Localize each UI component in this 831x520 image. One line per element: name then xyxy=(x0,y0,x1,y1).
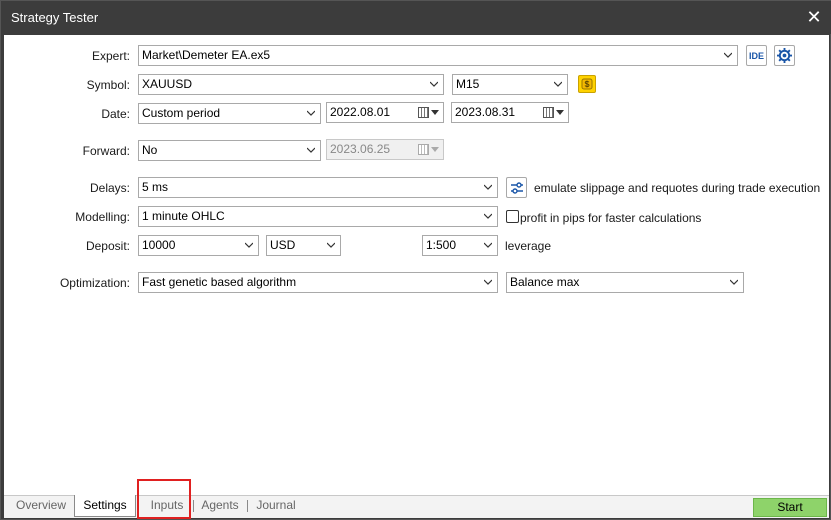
delays-value: 5 ms xyxy=(142,180,169,194)
currency-select[interactable]: USD xyxy=(266,235,341,256)
date-period-value: Custom period xyxy=(142,106,221,120)
date-to-value: 2023.08.31 xyxy=(455,105,516,119)
calendar-icon xyxy=(418,144,429,155)
symbol-value: XAUUSD xyxy=(142,77,193,91)
start-button[interactable]: Start xyxy=(753,498,827,517)
expert-settings-button[interactable] xyxy=(774,45,795,66)
optimization-algorithm-select[interactable]: Fast genetic based algorithm xyxy=(138,272,498,293)
chevron-down-icon xyxy=(556,110,564,115)
chevron-down-icon xyxy=(484,213,492,219)
date-label: Date: xyxy=(101,107,130,121)
date-period-select[interactable]: Custom period xyxy=(138,103,321,124)
gear-icon xyxy=(777,48,792,63)
ide-icon: IDE xyxy=(748,51,764,61)
close-icon[interactable]: ✕ xyxy=(802,6,826,28)
chevron-down-icon xyxy=(430,81,438,87)
optimization-label: Optimization: xyxy=(59,276,130,290)
symbol-spec-button[interactable] xyxy=(578,75,596,93)
title-bar: Strategy Tester ✕ xyxy=(1,1,831,34)
inputs-tab-highlight xyxy=(137,479,191,519)
forward-date-value: 2023.06.25 xyxy=(330,142,391,156)
calendar-icon xyxy=(418,107,429,118)
tab-journal[interactable]: Journal xyxy=(248,495,304,517)
delays-settings-button[interactable] xyxy=(506,177,527,198)
chevron-down-icon xyxy=(245,242,253,248)
deposit-amount-select[interactable]: 10000 xyxy=(138,235,259,256)
tab-settings[interactable]: Settings xyxy=(74,495,136,517)
chevron-down-icon xyxy=(554,81,562,87)
timeframe-value: M15 xyxy=(456,77,480,91)
expert-value: Market\Demeter EA.ex5 xyxy=(142,48,271,62)
chevron-down-icon xyxy=(431,147,439,152)
timeframe-select[interactable]: M15 xyxy=(452,74,568,95)
optimization-criterion-value: Balance max xyxy=(510,275,580,289)
leverage-select[interactable]: 1:500 xyxy=(422,235,498,256)
chevron-down-icon xyxy=(484,184,492,190)
chevron-down-icon xyxy=(724,52,732,58)
pips-checkbox[interactable] xyxy=(506,210,519,223)
delays-select[interactable]: 5 ms xyxy=(138,177,498,198)
expert-label: Expert: xyxy=(91,49,130,63)
forward-select[interactable]: No xyxy=(138,140,321,161)
emulate-slippage-text: emulate slippage and requotes during tra… xyxy=(534,181,821,195)
modelling-select[interactable]: 1 minute OHLC xyxy=(138,206,498,227)
tab-agents[interactable]: Agents xyxy=(194,495,246,517)
symbol-select[interactable]: XAUUSD xyxy=(138,74,444,95)
chevron-down-icon xyxy=(307,110,315,116)
chevron-down-icon xyxy=(327,242,335,248)
tab-overview[interactable]: Overview xyxy=(8,495,74,517)
chevron-down-icon xyxy=(307,147,315,153)
forward-label: Forward: xyxy=(82,144,130,158)
calendar-icon xyxy=(543,107,554,118)
modelling-value: 1 minute OHLC xyxy=(142,209,225,223)
optimization-algorithm-value: Fast genetic based algorithm xyxy=(142,275,297,289)
strategy-tester-window: Strategy Tester ✕ Expert: Market\Demeter… xyxy=(0,0,831,520)
leverage-label: leverage xyxy=(505,239,552,253)
forward-date-picker[interactable]: 2023.06.25 xyxy=(326,139,444,160)
expert-select[interactable]: Market\Demeter EA.ex5 xyxy=(138,45,738,66)
deposit-amount-value: 10000 xyxy=(142,238,176,252)
window-title: Strategy Tester xyxy=(11,10,99,25)
settings-panel: Expert: Market\Demeter EA.ex5 IDE Symbol… xyxy=(4,35,829,495)
date-from-value: 2022.08.01 xyxy=(330,105,391,119)
chevron-down-icon xyxy=(730,279,738,285)
date-to-picker[interactable]: 2023.08.31 xyxy=(451,102,569,123)
chevron-down-icon xyxy=(484,279,492,285)
pips-text: profit in pips for faster calculations xyxy=(520,211,702,225)
optimization-criterion-select[interactable]: Balance max xyxy=(506,272,744,293)
date-from-picker[interactable]: 2022.08.01 xyxy=(326,102,444,123)
delays-label: Delays: xyxy=(89,181,130,195)
symbol-label: Symbol: xyxy=(86,78,130,92)
forward-value: No xyxy=(142,143,158,157)
deposit-label: Deposit: xyxy=(85,239,130,253)
chevron-down-icon xyxy=(431,110,439,115)
ide-button[interactable]: IDE xyxy=(746,45,767,66)
currency-value: USD xyxy=(270,238,296,252)
chevron-down-icon xyxy=(484,242,492,248)
leverage-value: 1:500 xyxy=(426,238,457,252)
modelling-label: Modelling: xyxy=(75,210,130,224)
dollar-icon xyxy=(581,78,593,90)
sliders-icon xyxy=(510,182,523,194)
